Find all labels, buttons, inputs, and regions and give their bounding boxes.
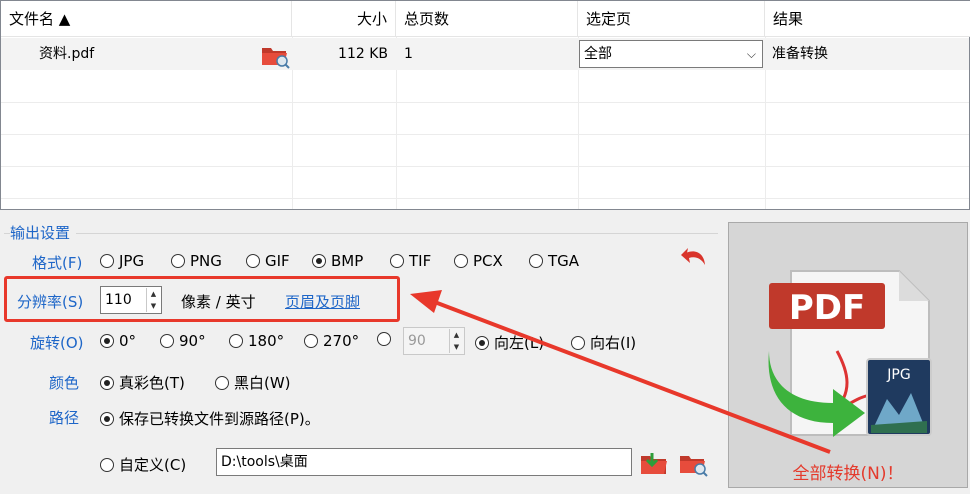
radio-button[interactable] [160, 334, 174, 348]
file-name: 资料.pdf [39, 46, 95, 62]
radio-button[interactable] [454, 254, 468, 268]
rotation-option-270[interactable]: 270° [304, 332, 359, 350]
custom-path-input[interactable]: D:\tools\桌面 [216, 448, 632, 476]
path-option-custom[interactable]: 自定义(C) [100, 454, 186, 475]
browse-folder-icon[interactable] [638, 448, 670, 478]
radio-button-selected[interactable] [100, 411, 114, 426]
rotation-custom-stepper[interactable]: 90 ▲ ▼ [403, 327, 465, 355]
color-option-blackwhite[interactable]: 黑白(W) [215, 372, 291, 393]
rotation-option-0[interactable]: 0° [100, 332, 136, 350]
output-settings-title: 输出设置 [10, 222, 77, 243]
undo-icon[interactable] [678, 243, 710, 273]
column-header-pages[interactable]: 总页数 [396, 1, 578, 37]
rotation-custom-value: 90 [408, 333, 426, 349]
convert-all-label: 全部转换(N)！ [792, 464, 904, 484]
color-option-truecolor[interactable]: 真彩色(T) [100, 372, 185, 393]
radio-button[interactable] [215, 375, 229, 390]
radio-button[interactable] [100, 254, 114, 268]
column-header-result[interactable]: 结果 [765, 1, 970, 37]
rotation-label: 旋转(O) [30, 334, 84, 352]
row-divider [1, 198, 969, 199]
pdf-badge-text: PDF [789, 288, 865, 328]
open-folder-icon[interactable] [259, 40, 291, 70]
rotation-option-90[interactable]: 90° [160, 332, 206, 350]
radio-button[interactable] [229, 334, 243, 348]
column-header-selected-pages[interactable]: 选定页 [578, 1, 765, 37]
rotation-direction-right[interactable]: 向右(I) [571, 332, 636, 353]
stepper-arrows-icon[interactable]: ▲ ▼ [449, 329, 463, 353]
path-label: 路径 [49, 409, 80, 427]
radio-button[interactable] [100, 457, 114, 472]
format-option-png[interactable]: PNG [171, 252, 222, 270]
radio-button[interactable] [377, 332, 391, 346]
row-divider [1, 134, 969, 135]
column-header-filename[interactable]: 文件名 ▲ [1, 1, 292, 37]
settings-group-border [4, 233, 718, 234]
radio-button[interactable] [304, 334, 318, 348]
page-range-select[interactable]: 全部 ⌵ [579, 40, 763, 68]
chevron-down-icon[interactable]: ⌵ [747, 41, 756, 67]
jpg-badge-text: JPG [886, 367, 910, 383]
radio-button[interactable] [529, 254, 543, 268]
format-option-gif[interactable]: GIF [246, 252, 290, 270]
row-divider [1, 166, 969, 167]
radio-button-selected[interactable] [312, 254, 326, 268]
pdf-to-jpg-icon: PDF JPG [768, 270, 932, 437]
format-label: 格式(F) [32, 254, 83, 272]
radio-button[interactable] [171, 254, 185, 268]
open-folder-search-icon[interactable] [677, 448, 709, 478]
format-option-pcx[interactable]: PCX [454, 252, 503, 270]
page-range-value: 全部 [584, 46, 612, 62]
file-list-table[interactable]: 文件名 ▲ 大小 总页数 选定页 结果 资料.pdf 112 KB 1 全部 ⌵… [0, 0, 970, 210]
format-option-jpg[interactable]: JPG [100, 252, 144, 270]
radio-button-selected[interactable] [100, 375, 114, 390]
column-header-size[interactable]: 大小 [292, 1, 396, 37]
convert-all-button[interactable]: PDF JPG 全部转换(N)！ [728, 222, 968, 488]
file-size: 112 KB [338, 46, 388, 62]
format-option-tif[interactable]: TIF [390, 252, 431, 270]
radio-button-selected[interactable] [475, 335, 489, 350]
format-option-bmp[interactable]: BMP [312, 252, 363, 270]
row-divider [1, 102, 969, 103]
rotation-option-custom[interactable] [377, 332, 391, 346]
conversion-result: 准备转换 [772, 46, 828, 62]
rotation-direction-left[interactable]: 向左(L) [475, 332, 544, 353]
color-label: 颜色 [49, 374, 80, 392]
format-option-tga[interactable]: TGA [529, 252, 579, 270]
table-row[interactable]: 资料.pdf 112 KB 1 全部 ⌵ 准备转换 [1, 38, 969, 70]
path-option-source[interactable]: 保存已转换文件到源路径(P)。 [100, 408, 320, 429]
radio-button[interactable] [571, 335, 585, 350]
page-count: 1 [404, 46, 413, 62]
radio-button-selected[interactable] [100, 334, 114, 348]
radio-button[interactable] [390, 254, 404, 268]
radio-button[interactable] [246, 254, 260, 268]
rotation-option-180[interactable]: 180° [229, 332, 284, 350]
annotation-highlight-box [4, 276, 400, 322]
